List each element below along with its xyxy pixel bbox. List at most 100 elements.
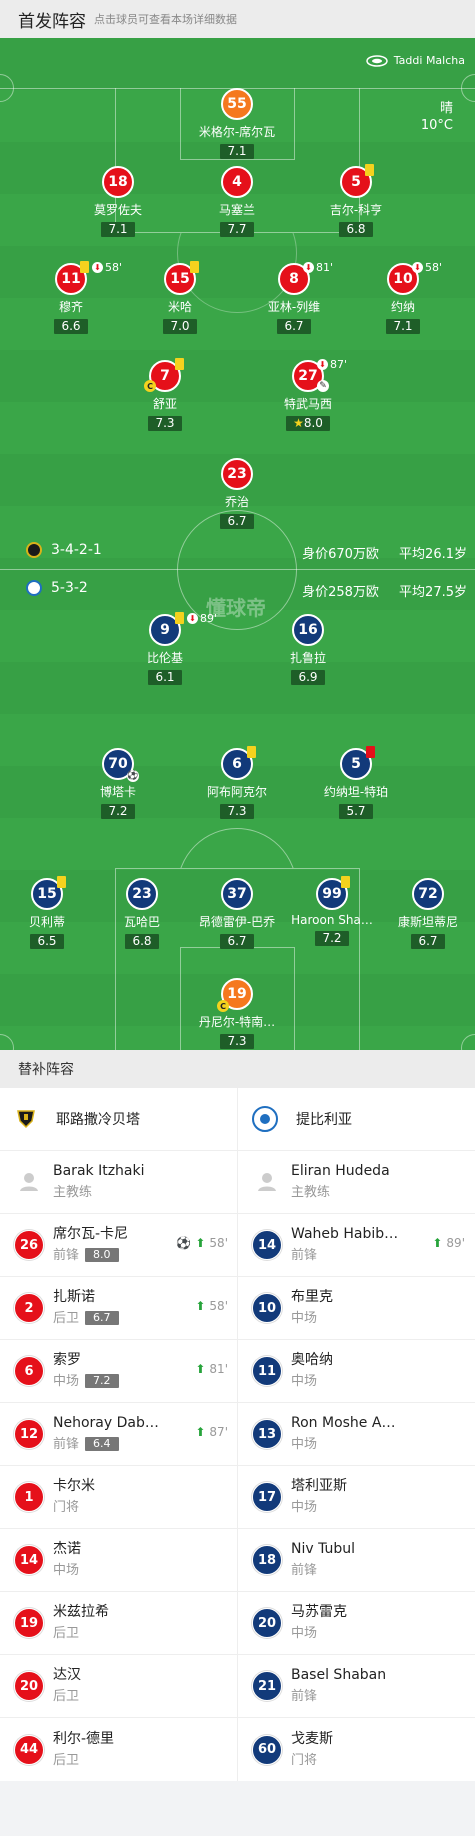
- away-coach[interactable]: Eliran Hudeda 主教练: [238, 1151, 475, 1213]
- bench-player[interactable]: 1 卡尔米 门将: [0, 1466, 238, 1528]
- away-team-icon: [26, 580, 42, 596]
- stadium-icon: [366, 54, 388, 67]
- player-rating: 6.7: [220, 934, 254, 949]
- yellow-card-icon: [247, 746, 256, 758]
- player-rating: 6.8: [125, 934, 159, 949]
- bench-list: 耶路撒冷贝塔 提比利亚 Barak Itzhaki 主教练 Eliran Hude…: [0, 1088, 475, 1781]
- home-team-row[interactable]: 耶路撒冷贝塔: [0, 1088, 238, 1150]
- bench-player[interactable]: 44 利尔-德里 后卫: [0, 1718, 238, 1781]
- sub-on-icon: ⬆: [195, 1362, 206, 1376]
- player-number: 4: [221, 166, 253, 198]
- yellow-card-icon: [80, 261, 89, 273]
- away-player-m1[interactable]: 70 博塔卡 7.2: [58, 748, 178, 819]
- bench-player[interactable]: 21 Basel Shaban 前锋: [238, 1655, 475, 1717]
- home-player-am1[interactable]: 7 舒亚 7.3: [105, 360, 225, 431]
- player-name: 约纳坦-特珀: [323, 785, 389, 799]
- player-number: 23: [221, 458, 253, 490]
- away-player-d5[interactable]: 72 康斯坦蒂尼 6.7: [368, 878, 475, 949]
- bench-player[interactable]: 14 杰诺 中场: [0, 1529, 238, 1591]
- player-rating: 7.1: [220, 144, 254, 159]
- sub-off-indicator: ⬇ 89': [187, 612, 217, 625]
- weather-condition: 晴: [439, 101, 453, 116]
- player-name: 康斯坦蒂尼: [397, 915, 458, 929]
- player-rating: 6.1: [148, 670, 182, 685]
- sub-off-indicator: ⬇ 58': [412, 261, 442, 274]
- player-rating: 7.2: [315, 931, 349, 946]
- home-player-d3[interactable]: 5 吉尔-科亨 6.8: [296, 166, 416, 237]
- home-player-d1[interactable]: 18 莫罗佐夫 7.1: [58, 166, 178, 237]
- player-rating: 6.7: [277, 319, 311, 334]
- away-team-name: 提比利亚: [296, 1112, 352, 1128]
- lineup-hint: 点击球员可查看本场详细数据: [94, 13, 237, 26]
- sub-on-indicator: ⬆ 87': [195, 1425, 228, 1439]
- subs-title: 替补阵容: [0, 1050, 475, 1088]
- away-team-row[interactable]: 提比利亚: [238, 1088, 475, 1150]
- bench-player[interactable]: 6 索罗 中场 7.2 ⬆ 81': [0, 1340, 238, 1402]
- player-rating: 7.3: [220, 804, 254, 819]
- sub-off-icon: ⬇: [412, 262, 423, 273]
- weather-info: 晴 10°C: [421, 100, 453, 134]
- yellow-card-icon: [365, 164, 374, 176]
- bench-player[interactable]: 20 达汉 后卫: [0, 1655, 238, 1717]
- home-player-m3[interactable]: 8 亚林-列维 6.7: [234, 263, 354, 334]
- home-player-m2[interactable]: 15 米哈 7.0: [120, 263, 240, 334]
- player-rating: 6.8: [339, 222, 373, 237]
- bench-player[interactable]: 26 席尔瓦-卡尼 前锋 8.0 ⚽ ⬆ 58': [0, 1214, 238, 1276]
- player-rating: 6.7: [220, 514, 254, 529]
- home-player-st[interactable]: 23 乔治 6.7: [177, 458, 297, 529]
- bench-player[interactable]: 11 奥哈纳 中场: [238, 1340, 475, 1402]
- player-number: 37: [221, 878, 253, 910]
- sub-off-icon: ⬇: [317, 359, 328, 370]
- bench-player[interactable]: 20 马苏雷克 中场: [238, 1592, 475, 1654]
- home-player-am2[interactable]: 27 特武马西 ★8.0: [248, 360, 368, 431]
- home-avg-age: 平均26.1岁: [399, 547, 467, 562]
- player-name: 阿布阿克尔: [206, 785, 267, 799]
- player-name: 穆齐: [58, 300, 83, 314]
- player-name: 莫罗佐夫: [93, 203, 142, 217]
- bench-player[interactable]: 19 米兹拉希 后卫: [0, 1592, 238, 1654]
- home-player-m4[interactable]: 10 约纳 7.1: [343, 263, 463, 334]
- assist-icon: ✎: [317, 380, 329, 392]
- player-number: 18: [102, 166, 134, 198]
- player-name: 米格尔-席尔瓦: [198, 125, 276, 139]
- away-player-st2[interactable]: 16 扎鲁拉 6.9: [248, 614, 368, 685]
- pitch: Taddi Malcha 晴 10°C 懂球帝 55 米格尔-席尔瓦 7.1 1…: [0, 38, 475, 1050]
- home-team-logo-icon: [17, 1110, 35, 1129]
- bench-player[interactable]: 10 布里克 中场: [238, 1277, 475, 1339]
- player-rating: 7.7: [220, 222, 254, 237]
- player-rating: 7.0: [163, 319, 197, 334]
- away-player-gk[interactable]: 19 丹尼尔-特南… 7.3: [177, 978, 297, 1049]
- home-team-name: 耶路撒冷贝塔: [56, 1112, 140, 1128]
- coach-avatar-icon: [258, 1173, 276, 1191]
- player-rating: 5.7: [339, 804, 373, 819]
- player-rating: 6.7: [411, 934, 445, 949]
- player-name: 马塞兰: [218, 203, 255, 217]
- player-name: 约纳: [390, 300, 415, 314]
- away-player-m2[interactable]: 6 阿布阿克尔 7.3: [177, 748, 297, 819]
- player-rating: ★8.0: [286, 416, 330, 431]
- home-formation: 3-4-2-1: [26, 542, 102, 558]
- home-player-d2[interactable]: 4 马塞兰 7.7: [177, 166, 297, 237]
- player-name: 博塔卡: [99, 785, 136, 799]
- player-number: 23: [126, 878, 158, 910]
- coach-avatar-icon: [20, 1173, 38, 1191]
- player-name: 比伦基: [146, 651, 183, 665]
- bench-player[interactable]: 14 Waheb Habib… 前锋 ⬆ 89': [238, 1214, 475, 1276]
- home-coach[interactable]: Barak Itzhaki 主教练: [0, 1151, 238, 1213]
- player-name: 吉尔-科亨: [329, 203, 383, 217]
- away-player-m3[interactable]: 5 约纳坦-特珀 5.7: [296, 748, 416, 819]
- bench-player[interactable]: 13 Ron Moshe A… 中场: [238, 1403, 475, 1465]
- weather-temp: 10°C: [420, 118, 453, 133]
- bench-player[interactable]: 18 Niv Tubul 前锋: [238, 1529, 475, 1591]
- bench-player[interactable]: 60 戈麦斯 门将: [238, 1718, 475, 1781]
- home-player-gk[interactable]: 55 米格尔-席尔瓦 7.1: [177, 88, 297, 159]
- sub-off-indicator: ⬇ 87': [317, 358, 347, 371]
- sub-on-icon: ⬆: [195, 1236, 206, 1250]
- bench-player[interactable]: 17 塔利亚斯 中场: [238, 1466, 475, 1528]
- captain-icon: C: [144, 380, 156, 392]
- player-number: 72: [412, 878, 444, 910]
- bench-player[interactable]: 2 扎斯诺 后卫 6.7 ⬆ 58': [0, 1277, 238, 1339]
- bench-player[interactable]: 12 Nehoray Dab… 前锋 6.4 ⬆ 87': [0, 1403, 238, 1465]
- sub-on-icon: ⬆: [195, 1299, 206, 1313]
- sub-on-indicator: ⬆ 81': [195, 1362, 228, 1376]
